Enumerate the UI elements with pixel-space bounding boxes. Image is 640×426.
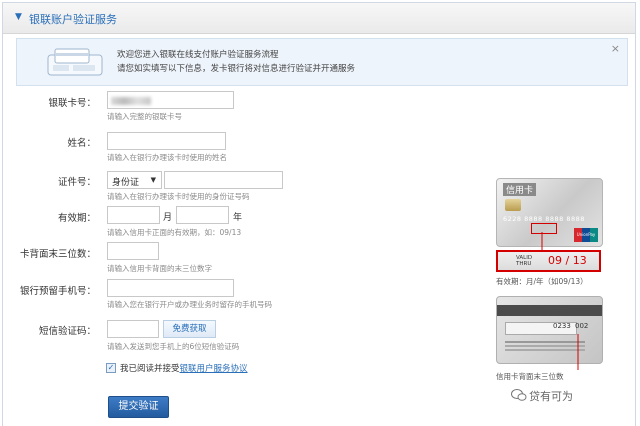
name-label: 姓名：	[67, 138, 96, 149]
valid-note: 有效期：月/年（如09/13）	[496, 277, 588, 286]
back-note: 信用卡背面末三位数	[496, 372, 564, 381]
sample-card-number: 6228 8888 8888 8888	[503, 215, 585, 223]
cvn-hint: 请输入信用卡背面的末三位数字	[107, 264, 212, 273]
submit-button[interactable]: 提交验证	[108, 396, 169, 418]
id-hint: 请输入在银行办理该卡时使用的身份证号码	[107, 192, 250, 201]
phone-input[interactable]	[107, 279, 234, 297]
expiry-label: 有效期：	[57, 213, 96, 224]
card-number-label: 银联卡号：	[48, 98, 96, 109]
valid-thru-zoom: VALID THRU 09 / 13	[496, 250, 601, 272]
sms-label: 短信验证码：	[38, 326, 96, 337]
valid-thru-text: VALID THRU	[516, 255, 532, 267]
name-input[interactable]	[107, 132, 226, 150]
chip-icon	[505, 199, 521, 211]
panel-title: 银联账户验证服务	[29, 13, 117, 26]
agree-text: 我已阅读并接受银联用户服务协议	[120, 362, 248, 374]
card-brand-label: 信用卡	[503, 183, 537, 196]
user-agreement-link[interactable]: 银联用户服务协议	[180, 364, 248, 374]
get-sms-code-button[interactable]: 免费获取	[163, 320, 216, 338]
id-type-value: 身份证	[112, 178, 140, 188]
expiry-hint: 请输入信用卡正面的有效期，如：09/13	[107, 228, 242, 237]
masked-card-number	[111, 97, 151, 105]
year-suffix: 年	[233, 213, 243, 223]
valid-date: 09 / 13	[548, 254, 587, 267]
phone-label: 银行预留手机号：	[19, 286, 96, 297]
name-hint: 请输入在银行办理该卡时使用的姓名	[107, 153, 227, 162]
phone-hint: 请输入您在银行开户或办理业务时留存的手机号码	[107, 300, 272, 309]
sms-code-input[interactable]	[107, 320, 159, 338]
panel-header[interactable]: ▼ 银联账户验证服务	[3, 3, 635, 34]
chevron-down-icon: ▼	[150, 176, 156, 184]
cvn-label: 卡背面末三位数：	[19, 249, 96, 260]
thru-label: THRU	[516, 261, 532, 267]
cvn-input[interactable]	[107, 242, 159, 260]
magnetic-stripe	[497, 305, 602, 316]
agree-prefix: 我已阅读并接受	[120, 364, 180, 374]
unionpay-logo-icon: UnionPay	[574, 228, 598, 242]
agree-checkbox[interactable]: ✓	[106, 363, 116, 373]
back-number-1: 0233	[553, 322, 571, 330]
expiry-month-input[interactable]	[107, 206, 160, 224]
card-number-hint: 请输入完整的银联卡号	[107, 112, 182, 121]
id-type-select[interactable]: 身份证 ▼	[107, 171, 162, 189]
cvn-pointer-icon	[577, 334, 579, 370]
card-front-sample: 信用卡 6228 8888 8888 8888 UnionPay	[496, 178, 603, 247]
sms-hint: 请输入发送到您手机上的6位短信验证码	[107, 342, 240, 351]
fine-print	[505, 341, 585, 343]
month-suffix: 月	[163, 213, 173, 223]
card-reader-icon	[47, 48, 103, 76]
back-number-2: 002	[575, 322, 589, 330]
collapse-arrow-icon[interactable]: ▼	[15, 12, 22, 22]
card-back-sample: 0233 002	[496, 296, 603, 364]
welcome-line-2: 请您如实填写以下信息，发卡银行将对信息进行验证并开通服务	[117, 64, 356, 74]
close-icon[interactable]: ×	[611, 42, 620, 55]
expiry-year-input[interactable]	[176, 206, 229, 224]
id-number-input[interactable]	[164, 171, 283, 189]
pointer-line-icon	[541, 232, 543, 252]
welcome-line-1: 欢迎您进入银联在线支付账户验证服务流程	[117, 50, 279, 60]
welcome-banner: 欢迎您进入银联在线支付账户验证服务流程 请您如实填写以下信息，发卡银行将对信息进…	[16, 38, 628, 86]
wechat-icon	[511, 389, 527, 401]
expiry-highlight	[531, 223, 557, 234]
id-label: 证件号：	[57, 177, 96, 188]
watermark-text: 贷有可为	[529, 390, 573, 403]
